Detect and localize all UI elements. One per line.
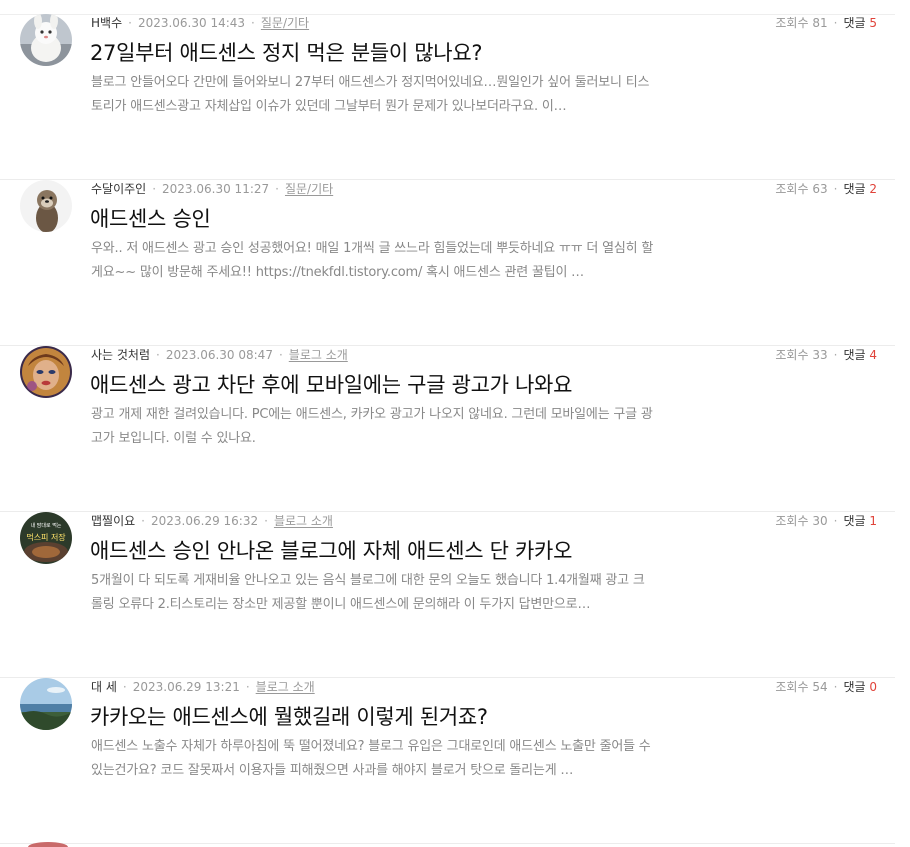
author-name[interactable]: 사는 것처럼 <box>91 348 150 362</box>
view-count: 조회수 54 <box>775 680 828 694</box>
post-excerpt[interactable]: 애드센스 노출수 자체가 하루아침에 뚝 떨어졌네요? 블로그 유입은 그대로인… <box>91 735 656 783</box>
post-meta: 사는 것처럼 · 2023.06.30 08:47 · 블로그 소개 <box>91 347 348 363</box>
separator-dot: · <box>251 16 255 30</box>
post-excerpt[interactable]: 블로그 안들어오다 간만에 들어와보니 27부터 애드센스가 정지먹어있네요…뭔… <box>91 71 656 119</box>
view-count: 조회수 30 <box>775 514 828 528</box>
comment-count: 5 <box>869 16 877 30</box>
post-stats: 조회수 63 · 댓글 2 <box>775 181 877 197</box>
category-link[interactable]: 블로그 소개 <box>274 514 333 528</box>
comment-count: 0 <box>869 680 877 694</box>
category-link[interactable]: 질문/기타 <box>261 16 309 30</box>
comment-label: 댓글 <box>843 348 866 362</box>
list-item[interactable]: H백수 · 2023.06.30 14:43 · 질문/기타 조회수 81 · 댓글 5 2… <box>0 14 895 180</box>
post-excerpt[interactable]: 5개월이 다 되도록 게재비율 안나오고 있는 음식 블로그에 대한 문의 오늘… <box>91 569 656 617</box>
comment-label: 댓글 <box>843 514 866 528</box>
post-stats: 조회수 30 · 댓글 1 <box>775 513 877 529</box>
separator-dot: · <box>128 16 132 30</box>
category-link[interactable]: 질문/기타 <box>285 182 333 196</box>
post-stats: 조회수 54 · 댓글 0 <box>775 679 877 695</box>
post-excerpt[interactable]: 우와.. 저 애드센스 광고 승인 성공했어요! 매일 1개씩 글 쓰느라 힘들… <box>91 237 656 285</box>
separator-dot: · <box>833 16 838 30</box>
post-title[interactable]: 애드센스 승인 <box>90 204 211 234</box>
seaside-landscape-avatar[interactable] <box>20 678 72 730</box>
post-stats: 조회수 81 · 댓글 5 <box>775 15 877 31</box>
separator-dot: · <box>833 182 838 196</box>
list-item[interactable]: 사는 것처럼 · 2023.06.30 08:47 · 블로그 소개 조회수 33 · 댓글… <box>0 346 895 512</box>
post-meta: 대 세 · 2023.06.29 13:21 · 블로그 소개 <box>91 679 315 695</box>
otter-avatar[interactable] <box>20 180 72 232</box>
separator-dot: · <box>833 348 838 362</box>
post-stats: 조회수 33 · 댓글 4 <box>775 347 877 363</box>
category-link[interactable]: 블로그 소개 <box>289 348 348 362</box>
post-date: 2023.06.29 16:32 <box>151 514 259 528</box>
comment-count: 4 <box>869 348 877 362</box>
separator-dot: · <box>278 348 283 362</box>
post-meta: 맵찔이요 · 2023.06.29 16:32 · 블로그 소개 <box>91 513 333 529</box>
author-name[interactable]: 대 세 <box>91 680 117 694</box>
post-title[interactable]: 애드센스 광고 차단 후에 모바일에는 구글 광고가 나와요 <box>90 370 572 400</box>
post-date: 2023.06.30 08:47 <box>165 348 273 362</box>
comment-label: 댓글 <box>843 680 866 694</box>
food-photo-avatar[interactable]: 내 맘대로 먹는 먹스피 저장 <box>20 512 72 564</box>
author-name[interactable]: 맵찔이요 <box>91 514 135 528</box>
avatar-text-top: 내 맘대로 먹는 <box>31 522 62 529</box>
separator-dot: · <box>156 348 160 362</box>
separator-dot: · <box>141 514 145 528</box>
comment-label: 댓글 <box>843 16 866 30</box>
view-count: 조회수 81 <box>775 16 828 30</box>
comment-count: 1 <box>869 514 877 528</box>
separator-dot: · <box>833 680 838 694</box>
post-date: 2023.06.30 11:27 <box>162 182 270 196</box>
separator-dot: · <box>152 182 157 196</box>
next-item-avatar-partial <box>28 842 68 847</box>
post-title[interactable]: 카카오는 애드센스에 뭘했길래 이렇게 된거죠? <box>90 702 488 732</box>
view-count: 조회수 33 <box>775 348 828 362</box>
post-meta: H백수 · 2023.06.30 14:43 · 질문/기타 <box>91 15 309 31</box>
separator-dot: · <box>245 680 250 694</box>
avatar-text-main: 먹스피 저장 <box>26 532 66 542</box>
view-count: 조회수 63 <box>775 182 828 196</box>
separator-dot: · <box>264 514 268 528</box>
post-date: 2023.06.29 13:21 <box>132 680 240 694</box>
comment-label: 댓글 <box>843 182 866 196</box>
list-item[interactable]: 대 세 · 2023.06.29 13:21 · 블로그 소개 조회수 54 · 댓글 0 … <box>0 678 895 844</box>
post-title[interactable]: 27일부터 애드센스 정지 먹은 분들이 많나요? <box>90 38 482 68</box>
post-meta: 수달이주인 · 2023.06.30 11:27 · 질문/기타 <box>91 181 333 197</box>
white-plush-toy-avatar[interactable] <box>20 14 72 66</box>
portrait-avatar[interactable] <box>20 346 72 398</box>
list-item[interactable]: 수달이주인 · 2023.06.30 11:27 · 질문/기타 조회수 63 · 댓글 2… <box>0 180 895 346</box>
post-date: 2023.06.30 14:43 <box>137 16 246 30</box>
separator-dot: · <box>275 182 279 196</box>
author-name[interactable]: H백수 <box>91 16 122 30</box>
separator-dot: · <box>122 680 127 694</box>
post-title[interactable]: 애드센스 승인 안나온 블로그에 자체 애드센스 단 카카오 <box>90 536 572 566</box>
post-excerpt[interactable]: 광고 개제 재한 걸려있습니다. PC에는 애드센스, 카카오 광고가 나오지 … <box>91 403 656 451</box>
author-name[interactable]: 수달이주인 <box>91 182 146 196</box>
list-item[interactable]: 내 맘대로 먹는 먹스피 저장 맵찔이요 · 2023.06.29 16:32 · 블로… <box>0 512 895 678</box>
category-link[interactable]: 블로그 소개 <box>256 680 315 694</box>
separator-dot: · <box>833 514 838 528</box>
comment-count: 2 <box>869 182 877 196</box>
